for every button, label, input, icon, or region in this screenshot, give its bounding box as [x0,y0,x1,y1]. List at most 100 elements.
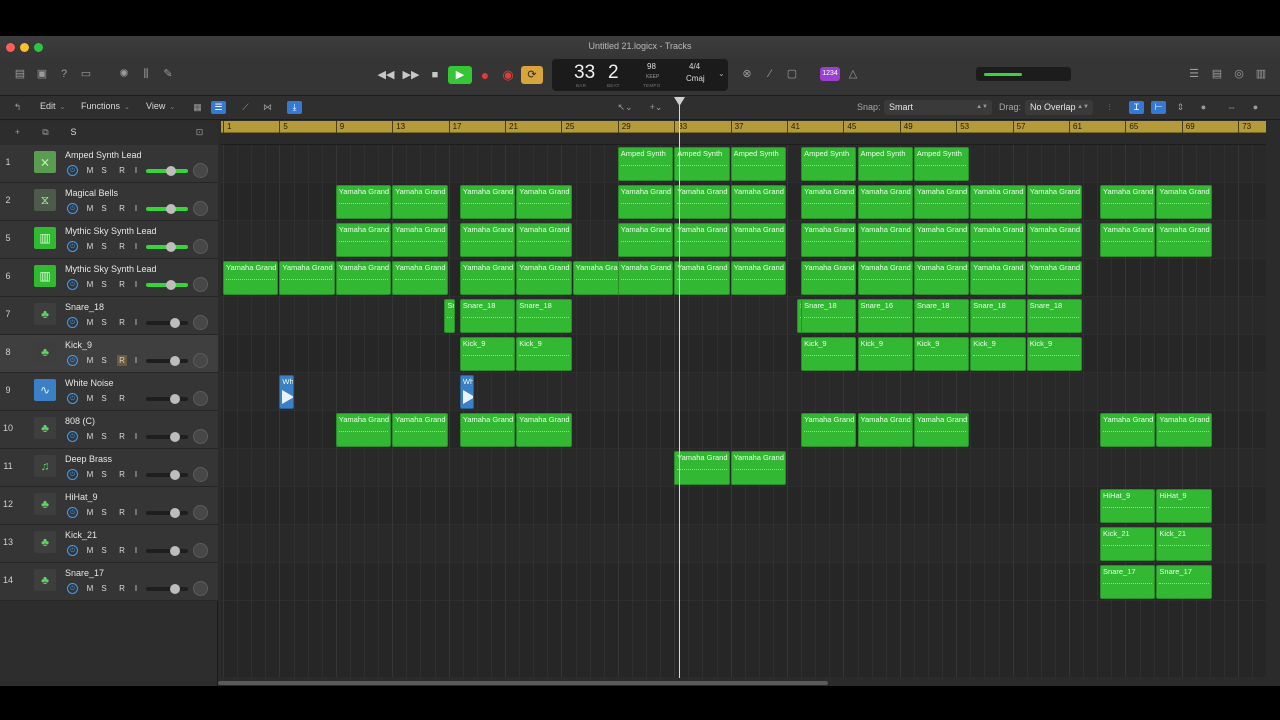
track-name[interactable]: Deep Brass [65,454,112,464]
midi-region[interactable]: Yamaha Grand [516,223,572,257]
midi-region[interactable]: Yamaha Grand [857,413,913,447]
midi-region[interactable]: Kick_9 [516,337,572,371]
mute-button[interactable]: M [85,507,95,518]
instrument-icon[interactable]: ♣ [34,569,56,591]
mute-button[interactable]: M [85,355,95,366]
midi-region[interactable]: Yamaha Grand [801,261,857,295]
input-monitor-button[interactable]: I [131,431,141,442]
editors-icon[interactable]: ✎ [160,67,176,81]
record-enable-button[interactable]: R [117,165,127,176]
midi-region[interactable]: Snare_16 [857,299,913,333]
horizontal-scrollbar[interactable] [218,681,828,685]
midi-region[interactable]: Yamaha Grand [335,185,392,219]
midi-region[interactable]: Snare_18 [970,299,1026,333]
power-icon[interactable]: ⏻ [67,393,78,404]
power-icon[interactable]: ⏻ [67,203,78,214]
horizontal-zoom-stepper-icon[interactable]: ⇔ [1224,101,1239,114]
record-enable-button[interactable]: R [117,203,127,214]
midi-region[interactable]: Yamaha Grand [392,261,448,295]
mute-button[interactable]: M [85,203,95,214]
secondary-tool-icon[interactable]: +⌄ [645,101,667,114]
midi-region[interactable]: Yamaha Grand [730,223,786,257]
record-enable-button[interactable]: R [117,241,127,252]
midi-region[interactable]: Yamaha Grand [459,223,516,257]
input-monitor-button[interactable]: I [131,355,141,366]
volume-slider-knob[interactable] [170,584,180,594]
midi-region[interactable]: Yamaha Grand [392,185,448,219]
notepad-icon[interactable]: ▤ [1209,67,1225,81]
edit-menu[interactable]: Edit ⌄ [40,101,65,111]
midi-region[interactable]: Yamaha Grand [1100,413,1156,447]
midi-region[interactable]: Yamaha Grand [1026,261,1083,295]
solo-button[interactable]: S [99,241,109,252]
pan-knob[interactable] [193,543,208,558]
midi-region[interactable]: HiHat_9 [1156,489,1212,523]
volume-slider[interactable] [146,318,188,328]
vertical-zoom-stepper-icon[interactable]: ⇕ [1173,101,1188,114]
mute-button[interactable]: M [85,279,95,290]
midi-region[interactable]: Yamaha Grand [970,223,1026,257]
record-enable-button[interactable]: R [117,355,127,366]
lcd-display[interactable]: 33 2 BAR BEAT 98 KEEP TEMPO 4/4 Cmaj ⌄ [552,59,728,91]
midi-region[interactable]: Yamaha Grand [617,185,674,219]
midi-region[interactable]: Yamaha Grand [1156,413,1212,447]
volume-slider[interactable] [146,166,188,176]
input-monitor-button[interactable]: I [131,317,141,328]
record-button[interactable]: ● [475,66,495,84]
midi-region[interactable]: Snare_18 [459,299,516,333]
instrument-icon[interactable]: ♣ [34,417,56,439]
input-monitor-button[interactable]: I [131,469,141,480]
catch-icon[interactable]: ⤓ [287,101,302,114]
midi-region[interactable]: Yamaha Grand [801,413,857,447]
solo-button[interactable]: S [99,469,109,480]
midi-region[interactable]: Amped Synth [801,147,857,181]
midi-region[interactable]: Yamaha Grand [617,261,674,295]
play-button[interactable]: ▶ [448,66,472,84]
track-header-8[interactable]: 8 ♣ Kick_9 ⏻ M S R I [0,335,218,373]
record-enable-button[interactable]: R [117,583,127,594]
record-enable-button[interactable]: R [117,393,127,404]
flex-icon[interactable]: ⋈ [260,101,275,114]
vertical-zoom-icon[interactable]: Ɪ [1129,101,1144,114]
mute-button[interactable]: M [85,165,95,176]
track-name[interactable]: Mythic Sky Synth Lead [65,264,157,274]
replace-icon[interactable]: ▢ [784,67,800,81]
midi-region[interactable]: Yamaha Grand [335,413,392,447]
mute-button[interactable]: M [85,545,95,556]
pan-knob[interactable] [193,201,208,216]
volume-slider-knob[interactable] [170,546,180,556]
volume-slider-knob[interactable] [170,356,180,366]
instrument-icon[interactable]: ▥ [34,227,56,249]
track-name[interactable]: Kick_9 [65,340,92,350]
back-arrow-icon[interactable]: ↰ [10,101,25,114]
browser-icon[interactable]: ▥ [1253,67,1269,81]
input-monitor-button[interactable]: I [131,583,141,594]
midi-region[interactable]: Yamaha Grand [1026,185,1083,219]
midi-region[interactable]: Yamaha Grand [1100,223,1156,257]
view-menu[interactable]: View ⌄ [146,101,175,111]
midi-region[interactable]: Yamaha Grand [335,223,392,257]
track-header-13[interactable]: 13 ♣ Kick_21 ⏻ M S R I [0,525,218,563]
global-solo-button[interactable]: S [66,126,81,139]
midi-region[interactable]: Yamaha Grand [857,261,913,295]
cycle-button[interactable]: ⟳ [521,66,543,84]
track-name[interactable]: 808 (C) [65,416,95,426]
power-icon[interactable]: ⏻ [67,431,78,442]
pan-knob[interactable] [193,467,208,482]
record-enable-button[interactable]: R [117,545,127,556]
pan-knob[interactable] [193,581,208,596]
quick-help-icon[interactable]: ? [56,67,72,81]
midi-region[interactable]: Kick_9 [801,337,857,371]
library-icon[interactable]: ▤ [12,67,28,81]
track-header-9[interactable]: 9 ∿ White Noise ⏻ M S R [0,373,218,411]
bar-ruler[interactable]: 1 5 9 13 17 21 25 29 33 37 41 45 49 53 57 61 65 69 73 [221,121,1266,133]
loop-browser-icon[interactable]: ◎ [1231,67,1247,81]
power-icon[interactable]: ⏻ [67,241,78,252]
mute-button[interactable]: M [85,431,95,442]
input-monitor-button[interactable]: I [131,165,141,176]
track-name[interactable]: Kick_21 [65,530,97,540]
solo-button[interactable]: S [99,393,109,404]
midi-region[interactable]: Kick_9 [857,337,913,371]
midi-region[interactable]: Snare_18 [913,299,970,333]
track-header-7[interactable]: 7 ♣ Snare_18 ⏻ M S R I [0,297,218,335]
